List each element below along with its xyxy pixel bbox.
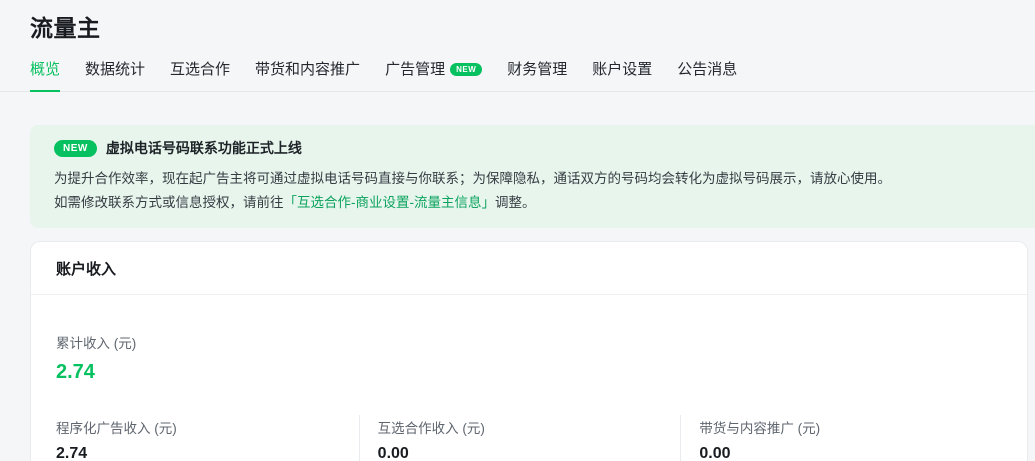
new-badge: NEW bbox=[450, 63, 483, 76]
commerce-content-income-value: 0.00 bbox=[699, 445, 731, 461]
settings-link[interactable]: 「互选合作-商业设置-流量主信息」 bbox=[284, 195, 496, 210]
tab-commerce-content-promotion[interactable]: 带货和内容推广 bbox=[255, 58, 360, 92]
notice-banner: NEW 虚拟电话号码联系功能正式上线 为提升合作效率，现在起广告主将可通过虚拟电… bbox=[30, 125, 1035, 228]
notice-banner-line2: 如需修改联系方式或信息授权，请前往「互选合作-商业设置-流量主信息」调整。 bbox=[54, 192, 1021, 213]
account-income-card: 账户收入 累计收入 (元) 2.74 程序化广告收入 (元) 2.74 互选合作… bbox=[30, 241, 1028, 461]
programmatic-ad-income-value: 2.74 bbox=[56, 445, 88, 461]
tab-account-settings[interactable]: 账户设置 bbox=[592, 58, 652, 92]
programmatic-ad-income-label: 程序化广告收入 (元) bbox=[56, 421, 177, 436]
mutual-selection-income-label: 互选合作收入 (元) bbox=[377, 421, 485, 436]
tab-overview[interactable]: 概览 bbox=[30, 58, 61, 92]
notice-line2-prefix: 如需修改联系方式或信息授权，请前往 bbox=[54, 195, 284, 210]
tab-announcements[interactable]: 公告消息 bbox=[677, 58, 737, 92]
tab-finance-management[interactable]: 财务管理 bbox=[507, 58, 567, 92]
notice-banner-title: 虚拟电话号码联系功能正式上线 bbox=[105, 140, 302, 156]
page-title: 流量主 bbox=[30, 15, 101, 41]
commerce-content-income-label: 带货与内容推广 (元) bbox=[699, 421, 821, 436]
tab-bar: 概览 数据统计 互选合作 带货和内容推广 广告管理 NEW 财务管理 账户设置 公… bbox=[0, 58, 1035, 92]
income-breakdown-row: 程序化广告收入 (元) 2.74 互选合作收入 (元) 0.00 带货与内容推广… bbox=[56, 415, 1002, 461]
mutual-selection-income-value: 0.00 bbox=[377, 445, 409, 461]
commerce-content-income-col: 带货与内容推广 (元) 0.00 bbox=[680, 415, 1002, 461]
total-income-value: 2.74 bbox=[56, 361, 95, 383]
programmatic-ad-income-col: 程序化广告收入 (元) 2.74 bbox=[56, 415, 359, 461]
account-income-card-body: 累计收入 (元) 2.74 程序化广告收入 (元) 2.74 互选合作收入 (元… bbox=[31, 295, 1027, 461]
notice-banner-title-row: NEW 虚拟电话号码联系功能正式上线 bbox=[54, 138, 1021, 158]
new-badge: NEW bbox=[54, 139, 97, 157]
total-income-label: 累计收入 (元) bbox=[56, 336, 137, 351]
mutual-selection-income-col: 互选合作收入 (元) 0.00 bbox=[358, 415, 681, 461]
tab-ad-management-label: 广告管理 bbox=[385, 61, 446, 78]
tab-mutual-selection[interactable]: 互选合作 bbox=[170, 58, 230, 92]
tab-data-statistics[interactable]: 数据统计 bbox=[85, 58, 145, 92]
notice-banner-line1: 为提升合作效率，现在起广告主将可通过虚拟电话号码直接与你联系；为保障隐私，通话双… bbox=[54, 171, 891, 186]
tab-ad-management[interactable]: 广告管理 NEW bbox=[385, 58, 483, 92]
notice-line2-suffix: 调整。 bbox=[495, 195, 536, 210]
account-income-card-title: 账户收入 bbox=[31, 242, 1027, 295]
